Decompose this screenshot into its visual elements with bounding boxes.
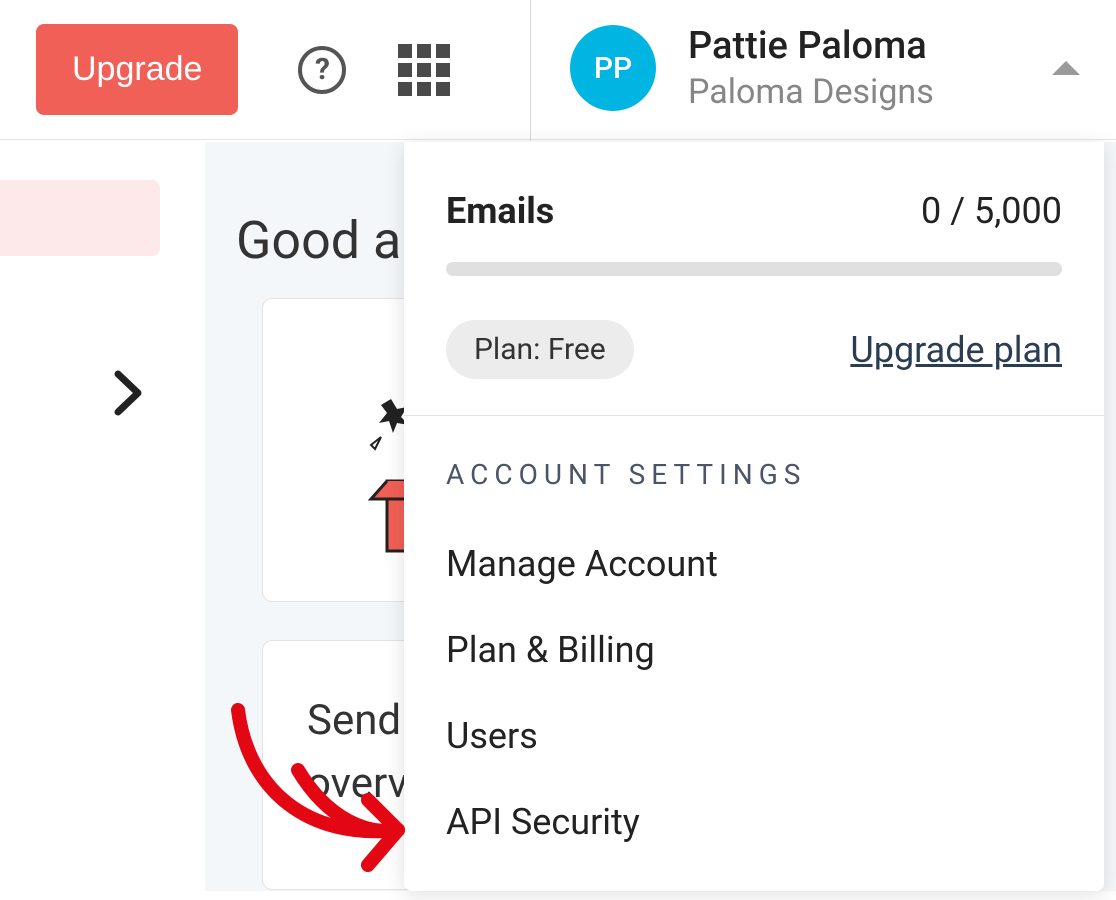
- vertical-divider: [530, 0, 531, 141]
- menu-api-security[interactable]: API Security: [446, 779, 1062, 865]
- chevron-up-icon: [1052, 61, 1080, 75]
- chevron-right-icon: [112, 368, 148, 418]
- help-icon[interactable]: ?: [298, 46, 346, 94]
- emails-count: 0 / 5,000: [921, 190, 1062, 232]
- sending-overview-title: Sendi overvi: [307, 689, 418, 815]
- sidebar-toggle[interactable]: [112, 368, 148, 422]
- upgrade-button[interactable]: Upgrade: [36, 24, 238, 115]
- account-name: Pattie Paloma: [688, 24, 934, 68]
- emails-progress-bar: [446, 262, 1062, 276]
- upgrade-plan-link[interactable]: Upgrade plan: [850, 329, 1062, 371]
- account-dropdown: Emails 0 / 5,000 Plan: Free Upgrade plan…: [404, 142, 1104, 891]
- greeting-text: Good a: [236, 210, 401, 271]
- dropdown-usage-section: Emails 0 / 5,000 Plan: Free Upgrade plan: [404, 142, 1104, 416]
- dropdown-settings-section: ACCOUNT SETTINGS Manage Account Plan & B…: [404, 416, 1104, 865]
- apps-grid-icon[interactable]: [398, 44, 450, 96]
- menu-plan-billing[interactable]: Plan & Billing: [446, 607, 1062, 693]
- emails-label: Emails: [446, 190, 554, 232]
- plan-badge: Plan: Free: [446, 320, 634, 379]
- menu-users[interactable]: Users: [446, 693, 1062, 779]
- account-org: Paloma Designs: [688, 72, 934, 112]
- avatar: PP: [570, 25, 656, 111]
- account-menu-trigger[interactable]: PP Pattie Paloma Paloma Designs: [570, 24, 1100, 112]
- account-settings-heading: ACCOUNT SETTINGS: [446, 458, 1062, 491]
- sidebar-highlight: [0, 180, 160, 256]
- topbar: Upgrade ? PP Pattie Paloma Paloma Design…: [0, 0, 1116, 140]
- menu-manage-account[interactable]: Manage Account: [446, 521, 1062, 607]
- account-names: Pattie Paloma Paloma Designs: [688, 24, 934, 112]
